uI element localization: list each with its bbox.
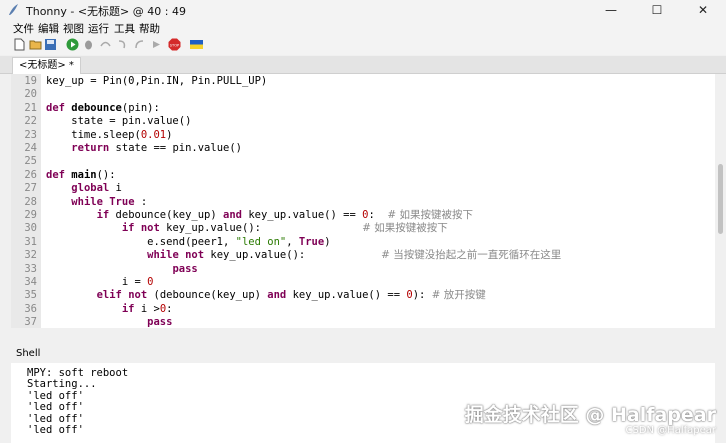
debug-icon[interactable] (82, 38, 95, 51)
maximize-button[interactable]: ☐ (634, 0, 680, 20)
shell-output-line: 'led off' (27, 424, 84, 436)
code-text: i = 0 (46, 276, 154, 288)
menu-file[interactable]: 文件 (13, 21, 34, 36)
code-line[interactable]: 27 global i (11, 182, 715, 195)
code-editor[interactable]: 19 key_up = Pin(0,Pin.IN, Pin.PULL_UP) 20 2… (11, 74, 715, 328)
code-text: return state == pin.value() (71, 142, 242, 154)
code-line[interactable]: 33 pass (11, 263, 715, 276)
menu-run[interactable]: 运行 (88, 21, 109, 36)
code-text: time.sleep(0.01) (46, 128, 173, 141)
new-file-icon[interactable] (13, 38, 26, 51)
step-over-icon[interactable] (99, 38, 112, 51)
code-line[interactable]: 37 pass (11, 316, 715, 328)
code-text: while True : (71, 195, 148, 208)
run-icon[interactable] (66, 38, 79, 51)
save-icon[interactable] (44, 38, 57, 51)
scrollbar-thumb[interactable] (718, 164, 723, 234)
code-text: state = pin.value() (46, 115, 192, 128)
code-text: def main(): (46, 168, 116, 181)
code-line[interactable]: 20 (11, 88, 715, 101)
maximize-icon: ☐ (651, 3, 663, 17)
code-line[interactable]: 28 while True : (11, 196, 715, 209)
code-line[interactable]: 24 return state == pin.value() (11, 142, 715, 155)
code-line[interactable]: 31 e.send(peer1, "led on", True) (11, 236, 715, 249)
title-bar: Thonny - <无标题> @ 40 : 49 — ☐ ✕ (0, 0, 726, 20)
line-number: 24 (24, 142, 37, 154)
menu-tools[interactable]: 工具 (114, 21, 135, 36)
line-number: 30 (24, 222, 37, 235)
line-number: 32 (24, 249, 37, 262)
code-text: key_up = Pin(0,Pin.IN, Pin.PULL_UP) (46, 75, 268, 87)
code-text: pass (172, 262, 198, 275)
resume-icon[interactable] (150, 38, 163, 51)
close-icon: ✕ (697, 3, 709, 17)
toolbar: STOP (0, 35, 726, 55)
code-line[interactable]: 23 time.sleep(0.01) (11, 129, 715, 142)
code-text: e.send(peer1, "led on", True) (46, 235, 331, 248)
minimize-icon: — (605, 3, 617, 17)
code-line[interactable]: 26 def main(): (11, 169, 715, 182)
line-number: 21 (24, 101, 37, 114)
line-number: 26 (24, 168, 37, 181)
code-line[interactable]: 29 if debounce(key_up) and key_up.value(… (11, 209, 715, 222)
menu-edit[interactable]: 编辑 (38, 21, 59, 36)
code-text: elif not (debounce(key_up) and key_up.va… (96, 289, 486, 302)
line-number: 19 (24, 75, 37, 87)
menu-help[interactable]: 帮助 (139, 21, 160, 36)
line-number: 28 (24, 195, 37, 208)
code-line[interactable]: 25 (11, 155, 715, 168)
line-number: 29 (24, 209, 37, 221)
watermark-sub: CSDN @Halfapear (625, 425, 716, 436)
code-text: pass (147, 316, 173, 328)
window-title: Thonny - <无标题> @ 40 : 49 (26, 5, 186, 18)
stop-label: STOP (170, 43, 180, 47)
line-number: 27 (24, 182, 37, 195)
open-file-icon[interactable] (29, 38, 42, 51)
code-text: def debounce(pin): (46, 101, 160, 114)
code-text: while not key_up.value(): # 当按键没抬起之前一直死循… (147, 249, 562, 262)
code-line[interactable]: 32 while not key_up.value(): # 当按键没抬起之前一… (11, 249, 715, 262)
code-line[interactable]: 21 def debounce(pin): (11, 102, 715, 115)
line-number: 25 (24, 155, 37, 168)
line-number: 20 (24, 88, 37, 101)
stop-icon[interactable]: STOP (168, 38, 181, 51)
line-number: 35 (24, 289, 37, 302)
shell-header: Shell (0, 345, 726, 362)
line-number: 33 (24, 262, 37, 275)
editor-tabs: <无标题> * (0, 56, 726, 74)
minimize-button[interactable]: — (588, 0, 634, 20)
line-number: 22 (24, 115, 37, 128)
thonny-logo-icon (9, 4, 18, 15)
code-line[interactable]: 19 key_up = Pin(0,Pin.IN, Pin.PULL_UP) (11, 75, 715, 88)
code-text: if not key_up.value(): # 如果按键被按下 (121, 222, 448, 235)
menu-bar: 文件 编辑 视图 运行 工具 帮助 (0, 20, 726, 35)
line-number: 23 (24, 128, 37, 141)
code-text: if i >0: (121, 302, 173, 315)
code-line[interactable]: 22 state = pin.value() (11, 115, 715, 128)
line-number: 31 (24, 235, 37, 248)
tab-untitled[interactable]: <无标题> * (12, 57, 81, 74)
step-out-icon[interactable] (133, 38, 146, 51)
code-line[interactable]: 36 if i >0: (11, 303, 715, 316)
shell-output-line: 'led off' (27, 401, 84, 414)
line-number: 34 (24, 276, 37, 288)
shell-tab[interactable]: Shell (16, 348, 40, 359)
code-line[interactable]: 34 i = 0 (11, 276, 715, 289)
code-text: global i (71, 182, 122, 195)
editor-vertical-scrollbar[interactable] (716, 74, 726, 328)
editor-horizontal-scrollbar[interactable] (11, 328, 715, 334)
code-text: if debounce(key_up) and key_up.value() =… (96, 209, 474, 221)
step-into-icon[interactable] (116, 38, 129, 51)
code-line[interactable]: 30 if not key_up.value(): # 如果按键被按下 (11, 222, 715, 235)
watermark: 掘金技术社区 @ Halfapear (464, 404, 716, 426)
code-line[interactable]: 35 elif not (debounce(key_up) and key_up… (11, 289, 715, 302)
ukraine-flag-icon[interactable] (190, 38, 203, 51)
line-number: 37 (24, 316, 37, 328)
close-button[interactable]: ✕ (680, 0, 726, 20)
menu-view[interactable]: 视图 (63, 21, 84, 36)
line-number: 36 (24, 302, 37, 315)
